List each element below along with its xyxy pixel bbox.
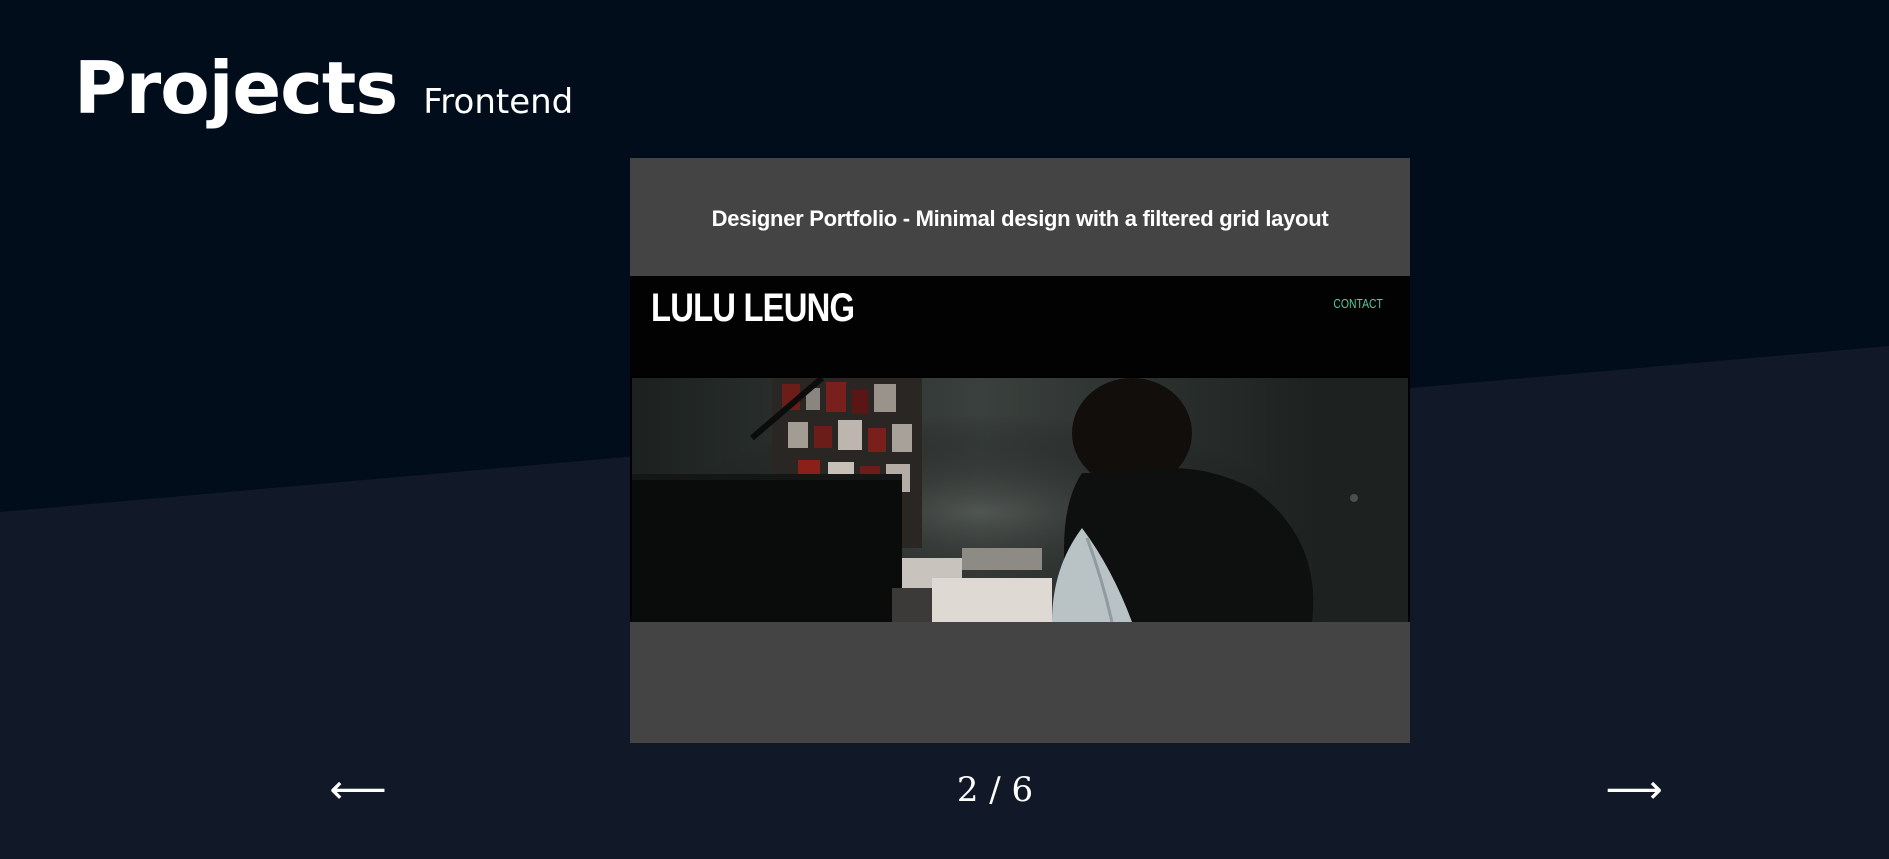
page-subtitle: Frontend (423, 82, 574, 122)
project-preview-screenshot[interactable]: LULU LEUNG CONTACT (630, 276, 1410, 622)
preview-contact-link: CONTACT (1333, 296, 1384, 311)
preview-logo: LULU LEUNG (651, 286, 855, 330)
slide-counter: 2 / 6 (956, 770, 1034, 810)
project-slide-card[interactable]: Designer Portfolio - Minimal design with… (630, 158, 1410, 743)
slide-pager: ⟵ 2 / 6 ⟶ (0, 765, 1889, 815)
preview-navbar: LULU LEUNG CONTACT (630, 276, 1410, 376)
page-header: Projects Frontend (74, 52, 573, 124)
page-title: Projects (74, 46, 398, 130)
project-caption: Designer Portfolio - Minimal design with… (711, 206, 1329, 231)
projects-page: Projects Frontend Designer Portfolio - M… (0, 0, 1889, 859)
preview-hero-photo (632, 378, 1408, 622)
arrow-right-icon[interactable]: ⟶ (1604, 765, 1664, 815)
arrow-left-icon[interactable]: ⟵ (328, 765, 388, 815)
